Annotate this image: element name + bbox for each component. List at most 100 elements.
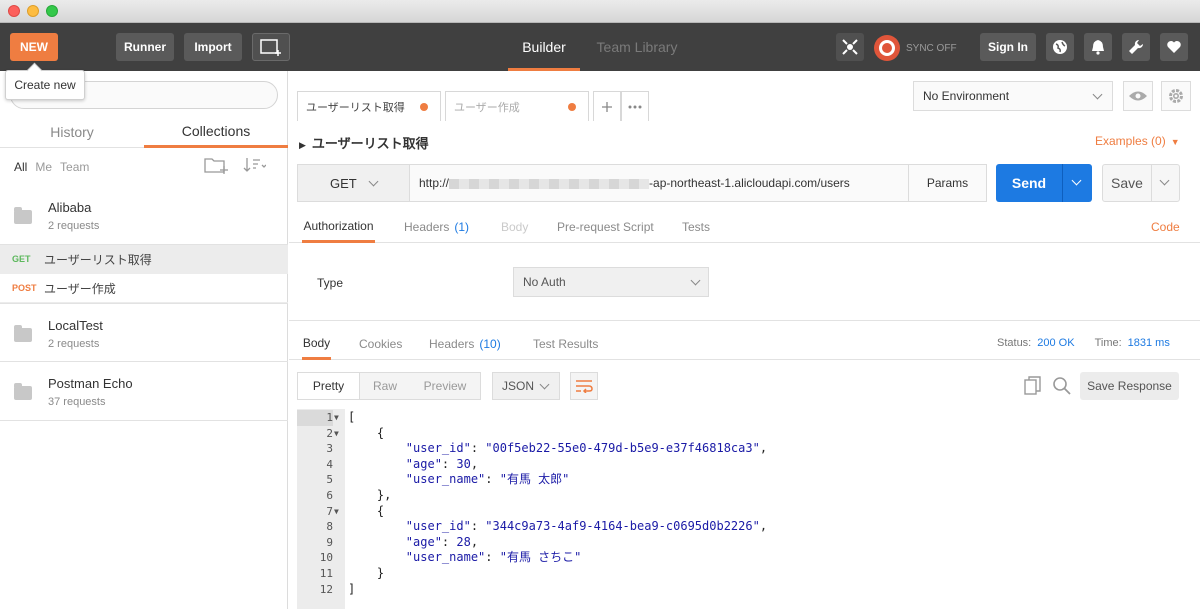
code-text: "user_id": "344c9a73-4af9-4164-bea9-c069…	[405, 519, 768, 534]
response-body-editor[interactable]: 1 ▼[2 ▼ {3 "user_id": "00f5eb22-55e0-479d-…	[297, 409, 1179, 609]
filter-team[interactable]: Team	[60, 160, 89, 174]
new-window-icon	[260, 39, 281, 56]
request-item-create-user[interactable]: POST ユーザー作成	[0, 274, 288, 303]
time-value[interactable]: 1831 ms	[1128, 337, 1170, 349]
tab-label: Headers	[429, 337, 475, 351]
save-button[interactable]: Save	[1102, 164, 1180, 202]
close-window-button[interactable]	[8, 5, 20, 17]
satellite-icon	[842, 39, 858, 55]
method-select[interactable]: GET	[298, 165, 410, 201]
plus-icon	[602, 101, 612, 112]
favorite-button[interactable]	[1160, 33, 1188, 61]
new-window-button[interactable]	[252, 33, 290, 61]
collection-count: 37 requests	[48, 396, 106, 408]
collection-name: LocalTest	[48, 318, 103, 333]
generate-code-link[interactable]: Code	[1151, 220, 1180, 234]
runner-button[interactable]: Runner	[116, 33, 174, 61]
method-value: GET	[330, 175, 357, 191]
save-response-button[interactable]: Save Response	[1080, 372, 1179, 400]
json-value: "有馬 太郎"	[499, 472, 570, 487]
format-raw[interactable]: Raw	[360, 373, 410, 399]
copy-icon[interactable]	[1024, 376, 1042, 396]
examples-dropdown[interactable]: Examples (0) ▼	[1095, 134, 1180, 148]
line-number: 1	[297, 410, 333, 426]
tab-authorization[interactable]: Authorization	[302, 211, 375, 243]
language-select[interactable]: JSON	[492, 372, 560, 400]
request-tab-create-user[interactable]: ユーザー作成	[445, 91, 589, 121]
request-title[interactable]: ▶ ユーザーリスト取得	[299, 133, 429, 152]
line-number: 6	[326, 489, 333, 502]
add-tab-button[interactable]	[593, 91, 621, 121]
request-tab-label: ユーザーリスト取得	[306, 101, 405, 114]
new-folder-icon[interactable]	[204, 156, 228, 174]
send-options-button[interactable]	[1062, 164, 1092, 202]
code-line: 2 ▼ {	[297, 426, 1179, 442]
json-key: "user_id"	[405, 519, 471, 534]
fold-caret-icon[interactable]: ▼	[334, 426, 339, 442]
collection-alibaba[interactable]: Alibaba 2 requests	[0, 188, 288, 245]
json-value: 30	[456, 456, 471, 471]
status-value[interactable]: 200 OK	[1037, 337, 1074, 349]
chevron-down-icon	[539, 379, 550, 390]
line-number: 2	[326, 426, 333, 440]
search-icon[interactable]	[1052, 376, 1072, 396]
url-input[interactable]: http:// -ap-northeast-1.alicloudapi.com/u…	[419, 176, 850, 190]
notifications-button[interactable]	[1084, 33, 1112, 61]
tab-tests[interactable]: Tests	[682, 211, 710, 243]
filter-me[interactable]: Me	[35, 160, 52, 174]
tab-pre-request-script[interactable]: Pre-request Script	[557, 211, 654, 243]
sort-icon[interactable]	[242, 156, 266, 174]
new-button[interactable]: NEW	[10, 33, 58, 61]
globe-icon	[1053, 40, 1067, 54]
tab-test-results[interactable]: Test Results	[533, 328, 598, 360]
interceptor-button[interactable]	[836, 33, 864, 61]
json-key: "user_name"	[405, 550, 486, 565]
globe-button[interactable]	[1046, 33, 1074, 61]
minimize-window-button[interactable]	[27, 5, 39, 17]
auth-type-select[interactable]: No Auth	[513, 267, 709, 297]
maximize-window-button[interactable]	[46, 5, 58, 17]
environment-quick-look-button[interactable]	[1123, 81, 1153, 111]
line-number: 3	[326, 442, 333, 456]
code-text: [	[348, 410, 356, 424]
fold-caret-icon[interactable]: ▼	[334, 504, 339, 520]
fold-caret-icon[interactable]: ▼	[334, 410, 339, 426]
unsaved-dot-icon	[568, 103, 576, 111]
sync-status[interactable]: SYNC OFF	[874, 35, 957, 61]
import-button[interactable]: Import	[184, 33, 242, 61]
params-button[interactable]: Params	[908, 165, 986, 201]
format-preview[interactable]: Preview	[410, 373, 480, 399]
response-meta: Status: 200 OK Time: 1831 ms	[997, 337, 1190, 349]
url-suffix: -ap-northeast-1.alicloudapi.com/users	[649, 176, 850, 190]
tab-collections[interactable]: Collections	[144, 116, 288, 148]
send-button[interactable]: Send	[996, 164, 1092, 202]
sign-in-button[interactable]: Sign In	[980, 33, 1036, 61]
tab-cookies[interactable]: Cookies	[359, 328, 402, 360]
language-value: JSON	[502, 379, 535, 393]
code-text: }	[348, 566, 385, 580]
line-number: 4	[326, 457, 333, 471]
code-text: {	[348, 425, 385, 440]
code-line: 3 "user_id": "00f5eb22-55e0-479d-b5e9-e3…	[297, 441, 1179, 457]
tab-request-body[interactable]: Body	[501, 211, 528, 243]
tab-response-body[interactable]: Body	[302, 328, 331, 360]
wrench-icon	[1129, 39, 1144, 54]
filter-all[interactable]: All	[14, 160, 27, 174]
collection-localtest[interactable]: LocalTest 2 requests	[0, 303, 288, 362]
wrap-lines-button[interactable]	[570, 372, 598, 400]
manage-environments-button[interactable]	[1161, 81, 1191, 111]
tab-team-library[interactable]: Team Library	[590, 23, 684, 71]
settings-button[interactable]	[1122, 33, 1150, 61]
tab-builder[interactable]: Builder	[508, 23, 580, 71]
request-item-get-users[interactable]: GET ユーザーリスト取得	[0, 245, 288, 274]
tab-response-headers[interactable]: Headers (10)	[429, 328, 501, 360]
save-options-button[interactable]	[1151, 165, 1179, 201]
tab-request-headers[interactable]: Headers (1)	[404, 211, 469, 243]
format-pretty[interactable]: Pretty	[298, 373, 360, 399]
tab-options-button[interactable]	[621, 91, 649, 121]
request-tab-get-users[interactable]: ユーザーリスト取得	[297, 91, 441, 121]
collection-postman-echo[interactable]: Postman Echo 37 requests	[0, 362, 288, 421]
code-line: 8 "user_id": "344c9a73-4af9-4164-bea9-c0…	[297, 519, 1179, 535]
tab-history[interactable]: History	[0, 116, 144, 148]
environment-select[interactable]: No Environment	[913, 81, 1113, 111]
